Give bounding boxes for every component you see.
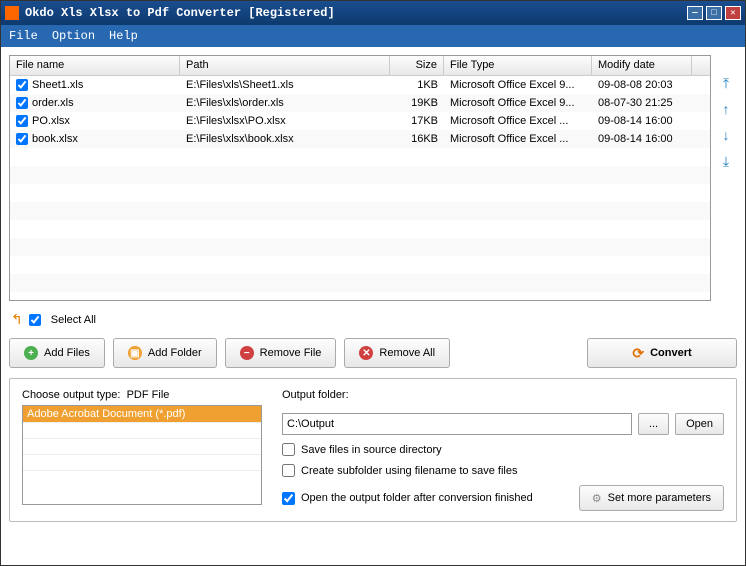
cell-size: 1KB [390, 78, 444, 92]
file-list-header: File name Path Size File Type Modify dat… [10, 56, 710, 76]
cell-path: E:\Files\xls\order.xls [180, 96, 390, 110]
window-title: Okdo Xls Xlsx to Pdf Converter [Register… [25, 6, 687, 20]
create-subfolder-label: Create subfolder using filename to save … [301, 465, 517, 477]
settings-panel: Choose output type: PDF File Adobe Acrob… [9, 378, 737, 522]
browse-button[interactable]: ... [638, 413, 669, 435]
move-top-icon[interactable]: ⤒ [717, 75, 735, 93]
select-all-label: Select All [51, 314, 96, 326]
cell-date: 09-08-08 20:03 [592, 78, 692, 92]
plus-icon: + [24, 346, 38, 360]
add-folder-button[interactable]: ▣ Add Folder [113, 338, 217, 368]
output-type-label: Choose output type: [22, 389, 120, 401]
table-row[interactable]: order.xlsE:\Files\xls\order.xls19KBMicro… [10, 94, 710, 112]
maximize-button[interactable]: □ [706, 6, 722, 20]
file-list[interactable]: File name Path Size File Type Modify dat… [9, 55, 711, 301]
remove-file-button[interactable]: − Remove File [225, 338, 337, 368]
table-row[interactable]: Sheet1.xlsE:\Files\xls\Sheet1.xls1KBMicr… [10, 76, 710, 94]
move-down-icon[interactable]: ↓ [717, 127, 735, 145]
cell-path: E:\Files\xls\Sheet1.xls [180, 78, 390, 92]
cell-type: Microsoft Office Excel 9... [444, 96, 592, 110]
cell-date: 09-08-14 16:00 [592, 132, 692, 146]
row-checkbox[interactable] [16, 79, 28, 91]
convert-icon: ⟳ [632, 345, 644, 362]
convert-button[interactable]: ⟳ Convert [587, 338, 737, 368]
open-after-checkbox[interactable] [282, 492, 295, 505]
cell-date: 09-08-14 16:00 [592, 114, 692, 128]
menu-help[interactable]: Help [109, 29, 138, 43]
cell-date: 08-07-30 21:25 [592, 96, 692, 110]
cell-size: 19KB [390, 96, 444, 110]
cell-type: Microsoft Office Excel ... [444, 132, 592, 146]
move-up-icon[interactable]: ↑ [717, 101, 735, 119]
row-checkbox[interactable] [16, 115, 28, 127]
minus-icon: − [240, 346, 254, 360]
table-row[interactable]: book.xlsxE:\Files\xlsx\book.xlsx16KBMicr… [10, 130, 710, 148]
col-size[interactable]: Size [390, 56, 444, 75]
more-parameters-button[interactable]: ⚙ Set more parameters [579, 485, 724, 511]
cell-type: Microsoft Office Excel 9... [444, 78, 592, 92]
col-filetype[interactable]: File Type [444, 56, 592, 75]
cell-size: 16KB [390, 132, 444, 146]
output-folder-label: Output folder: [282, 389, 724, 401]
titlebar: Okdo Xls Xlsx to Pdf Converter [Register… [1, 1, 745, 25]
gear-icon: ⚙ [592, 492, 602, 505]
create-subfolder-checkbox[interactable] [282, 464, 295, 477]
app-icon [5, 6, 19, 20]
menu-option[interactable]: Option [52, 29, 95, 43]
menubar: File Option Help [1, 25, 745, 47]
select-all-checkbox[interactable] [29, 314, 41, 326]
col-path[interactable]: Path [180, 56, 390, 75]
cell-type: Microsoft Office Excel ... [444, 114, 592, 128]
cell-path: E:\Files\xlsx\PO.xlsx [180, 114, 390, 128]
output-type-list[interactable]: Adobe Acrobat Document (*.pdf) [22, 405, 262, 505]
save-source-label: Save files in source directory [301, 444, 442, 456]
save-source-checkbox[interactable] [282, 443, 295, 456]
up-folder-icon[interactable]: ↰ [11, 311, 23, 328]
close-button[interactable]: ✕ [725, 6, 741, 20]
folder-icon: ▣ [128, 346, 142, 360]
cell-path: E:\Files\xlsx\book.xlsx [180, 132, 390, 146]
col-filename[interactable]: File name [10, 56, 180, 75]
open-after-label: Open the output folder after conversion … [301, 492, 533, 504]
reorder-buttons: ⤒ ↑ ↓ ⤓ [715, 55, 737, 301]
minimize-button[interactable]: — [687, 6, 703, 20]
main-window: Okdo Xls Xlsx to Pdf Converter [Register… [0, 0, 746, 566]
add-files-button[interactable]: + Add Files [9, 338, 105, 368]
output-type-current: PDF File [127, 389, 170, 401]
col-date[interactable]: Modify date [592, 56, 692, 75]
output-folder-input[interactable] [282, 413, 632, 435]
cell-size: 17KB [390, 114, 444, 128]
menu-file[interactable]: File [9, 29, 38, 43]
open-folder-button[interactable]: Open [675, 413, 724, 435]
table-row[interactable]: PO.xlsxE:\Files\xlsx\PO.xlsx17KBMicrosof… [10, 112, 710, 130]
row-checkbox[interactable] [16, 133, 28, 145]
clear-icon: ✕ [359, 346, 373, 360]
remove-all-button[interactable]: ✕ Remove All [344, 338, 450, 368]
move-bottom-icon[interactable]: ⤓ [717, 153, 735, 171]
row-checkbox[interactable] [16, 97, 28, 109]
output-type-option[interactable]: Adobe Acrobat Document (*.pdf) [23, 406, 261, 422]
